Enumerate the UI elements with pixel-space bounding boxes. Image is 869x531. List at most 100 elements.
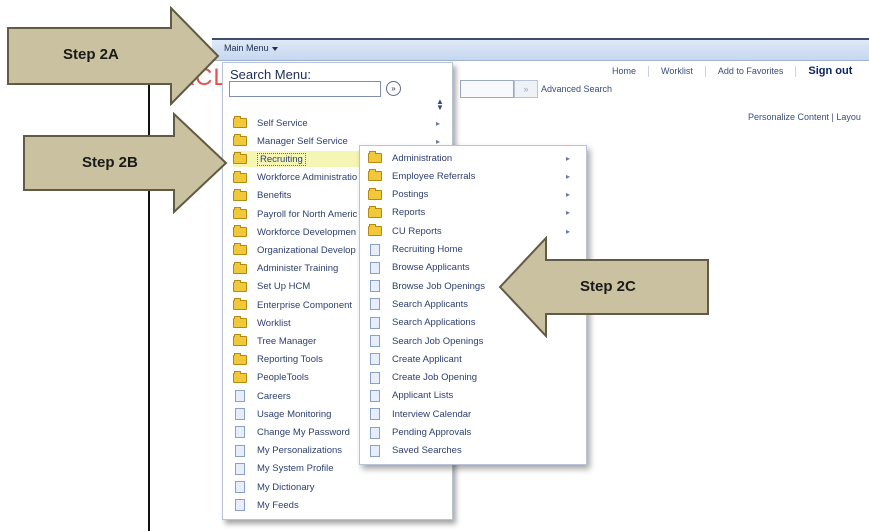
folder-icon	[233, 152, 247, 165]
menu-item-postings[interactable]: Postings ▸	[368, 187, 578, 203]
menu-item-label: My System Profile	[257, 463, 334, 475]
sort-icon[interactable]: ▲ ▼	[436, 98, 444, 112]
search-menu-title: Search Menu:	[230, 67, 311, 82]
main-menu-button[interactable]: Main Menu	[220, 43, 282, 57]
menu-item-create-job-opening[interactable]: Create Job Opening	[368, 370, 578, 386]
step-2a-callout-arrow: Step 2A	[6, 6, 222, 106]
menu-item-label: Workforce Developmen	[257, 226, 357, 238]
menu-search-input[interactable]	[229, 81, 381, 97]
document-icon	[370, 335, 380, 347]
menu-item-label: Employee Referrals	[392, 170, 476, 182]
menu-item-label: Create Job Opening	[392, 372, 478, 384]
menu-item-administration[interactable]: Administration ▸	[368, 150, 578, 166]
header-links: Home Worklist Add to Favorites Sign out	[600, 65, 864, 77]
folder-icon	[233, 170, 247, 183]
menu-item-label: Recruiting	[257, 152, 306, 166]
sign-out-link[interactable]: Sign out	[796, 65, 864, 77]
menu-item-label: Benefits	[257, 190, 292, 202]
chevron-right-icon: ▸	[565, 226, 570, 236]
folder-icon	[233, 207, 247, 219]
home-link[interactable]: Home	[600, 66, 650, 77]
menu-item-employee-referrals[interactable]: Employee Referrals ▸	[368, 168, 578, 184]
folder-icon	[233, 334, 247, 347]
folder-icon	[368, 169, 382, 182]
document-icon	[235, 408, 245, 421]
folder-icon	[233, 370, 247, 383]
menu-item-label: Pending Approvals	[392, 427, 472, 438]
menu-item-my-feeds[interactable]: My Feeds	[233, 497, 448, 513]
menu-item-label: Postings	[392, 189, 429, 201]
menu-item-label: Worklist	[257, 317, 291, 329]
folder-icon	[233, 316, 247, 329]
folder-icon	[368, 205, 382, 218]
document-icon	[370, 261, 380, 274]
menu-item-label: Create Applicant	[392, 353, 462, 365]
menu-item-label: Reports	[392, 207, 426, 219]
menu-item-reports[interactable]: Reports ▸	[368, 205, 578, 221]
menu-item-label: Browse Applicants	[392, 262, 470, 274]
menu-item-pending-approvals[interactable]: Pending Approvals	[368, 425, 578, 441]
menu-item-label: Browse Job Openings	[392, 280, 485, 292]
menu-item-label: Interview Calendar	[392, 408, 472, 420]
menu-item-applicant-lists[interactable]: Applicant Lists	[368, 388, 578, 404]
menu-item-label: Careers	[257, 390, 291, 402]
menu-item-self-service[interactable]: Self Service ▸	[233, 115, 448, 131]
main-menu-label: Main Menu	[224, 43, 269, 53]
header-search-go-button[interactable]: »	[514, 80, 538, 98]
menu-item-label: Change My Password	[257, 426, 350, 438]
menu-item-label: My Dictionary	[257, 481, 315, 493]
folder-icon	[233, 261, 247, 274]
menu-item-label: Administer Training	[257, 263, 339, 275]
folder-icon	[368, 187, 382, 200]
menu-item-label: Search Job Openings	[392, 335, 484, 347]
worklist-link[interactable]: Worklist	[649, 66, 706, 77]
document-icon	[370, 389, 380, 402]
document-icon	[235, 481, 245, 493]
menu-item-create-applicant[interactable]: Create Applicant	[368, 351, 578, 367]
add-to-favorites-link[interactable]: Add to Favorites	[706, 66, 797, 77]
personalize-links[interactable]: Personalize Content | Layou	[748, 112, 861, 122]
folder-icon	[233, 188, 247, 201]
folder-icon	[233, 279, 247, 292]
folder-icon	[233, 225, 247, 238]
document-icon	[370, 298, 380, 311]
document-icon	[235, 499, 245, 512]
menu-item-label: Search Applicants	[392, 298, 469, 310]
folder-icon	[233, 116, 247, 128]
menu-item-label: Set Up HCM	[257, 281, 311, 293]
menu-item-label: Workforce Administratio	[257, 172, 358, 184]
step-2c-callout-arrow: Step 2C	[498, 236, 712, 338]
menu-item-label: PeopleTools	[257, 372, 309, 384]
menu-item-label: Self Service	[257, 117, 308, 129]
menu-item-my-dictionary[interactable]: My Dictionary	[233, 479, 448, 495]
menu-item-label: Manager Self Service	[257, 135, 348, 147]
chevron-right-icon: ▸	[565, 190, 570, 200]
menu-item-label: Tree Manager	[257, 335, 317, 347]
chevron-right-icon: ▸	[565, 208, 570, 218]
menu-item-label: Usage Monitoring	[257, 408, 332, 420]
menu-item-saved-searches[interactable]: Saved Searches	[368, 443, 578, 459]
document-icon	[370, 371, 380, 384]
folder-icon	[233, 134, 247, 147]
advanced-search-link[interactable]: Advanced Search	[541, 84, 612, 94]
chevron-right-icon: ▸	[565, 153, 570, 163]
menu-item-label: Enterprise Component	[257, 299, 353, 311]
header-search-input[interactable]	[460, 80, 514, 98]
menu-search-go-icon[interactable]: »	[386, 81, 401, 96]
document-icon	[370, 243, 380, 256]
document-icon	[370, 353, 380, 366]
menu-item-label: Recruiting Home	[392, 244, 463, 255]
menu-item-label: Administration	[392, 152, 453, 164]
step-2a-label: Step 2A	[63, 46, 119, 63]
top-nav-bar: Main Menu	[212, 38, 869, 61]
menu-item-interview-calendar[interactable]: Interview Calendar	[368, 406, 578, 422]
step-2b-label: Step 2B	[82, 154, 138, 171]
menu-item-label: Reporting Tools	[257, 354, 323, 366]
menu-item-label: My Feeds	[257, 499, 299, 511]
folder-icon	[233, 243, 247, 256]
step-2c-label: Step 2C	[580, 278, 636, 295]
menu-item-label: Applicant Lists	[392, 390, 454, 402]
document-icon	[235, 462, 245, 475]
document-icon	[370, 280, 380, 293]
menu-item-label: Payroll for North Americ	[257, 208, 358, 220]
